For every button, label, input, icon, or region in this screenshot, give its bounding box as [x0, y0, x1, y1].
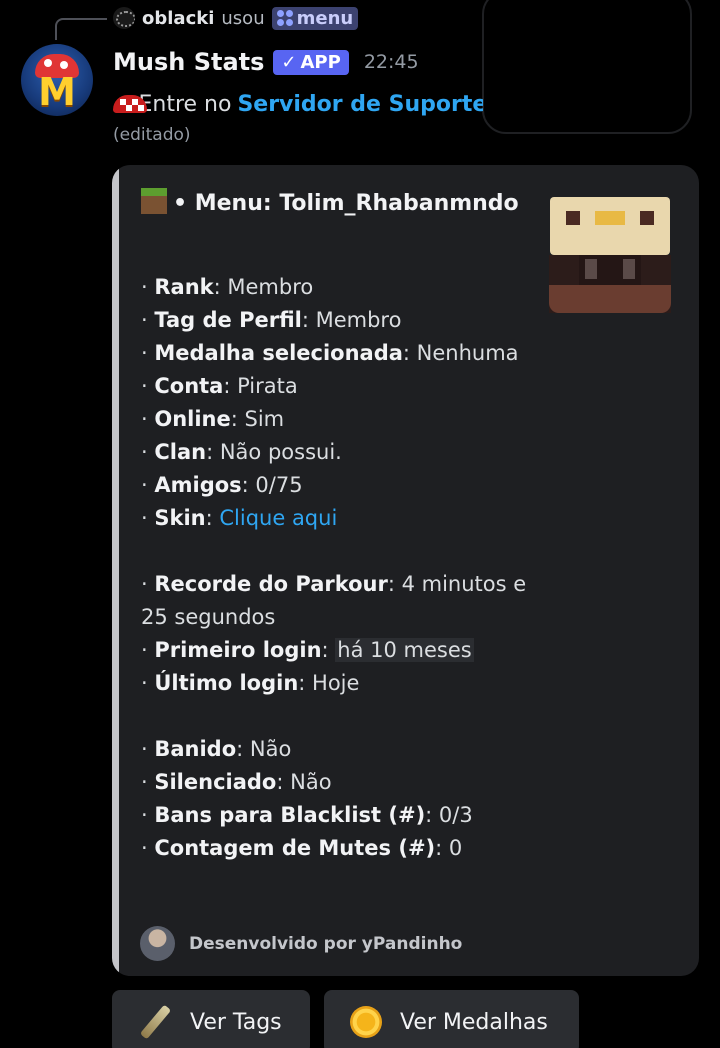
avatar-letter-icon: M	[38, 70, 76, 114]
field-muted: · Silenciado: Não	[141, 770, 332, 794]
skin-tooth	[623, 259, 635, 279]
footer-avatar	[140, 926, 175, 961]
first-login-timestamp[interactable]: há 10 meses	[335, 638, 474, 662]
skin-eye-right	[640, 211, 654, 225]
field-blacklist-bans: · Bans para Blacklist (#): 0/3	[141, 803, 473, 827]
support-server-link[interactable]: Servidor de Suporte	[237, 92, 483, 117]
field-clan: · Clan: Não possui.	[141, 440, 342, 464]
field-mute-count: · Contagem de Mutes (#): 0	[141, 836, 463, 860]
grass-block-icon	[141, 188, 167, 214]
overlay-frame	[482, 0, 692, 134]
check-icon: ✓	[281, 51, 297, 73]
message-content: » Entre no Servidor de Suporte	[113, 88, 483, 120]
sunflower-icon	[350, 1006, 382, 1038]
embed-accent-bar	[112, 165, 119, 976]
skin-hat	[550, 197, 670, 255]
command-chip[interactable]: menu	[271, 6, 359, 30]
name-tag-icon	[138, 1005, 172, 1039]
field-first-login: · Primeiro login: há 10 meses	[141, 638, 474, 662]
profile-embed: • Menu: Tolim_Rhabanmndo · Rank: Membro …	[112, 165, 699, 976]
view-medals-label: Ver Medalhas	[400, 1009, 548, 1035]
slash-command-icon	[276, 10, 293, 26]
embed-title-text: • Menu: Tolim_Rhabanmndo	[173, 191, 519, 216]
skin-chin	[549, 285, 671, 313]
field-parkour: · Recorde do Parkour: 4 minutos e 25 seg…	[141, 572, 527, 629]
view-tags-button[interactable]: Ver Tags	[112, 990, 310, 1048]
skin-tooth	[585, 259, 597, 279]
field-skin: · Skin: Clique aqui	[141, 506, 338, 530]
view-tags-label: Ver Tags	[190, 1009, 282, 1035]
message-header: Mush Stats ✓ APP 22:45	[113, 48, 419, 76]
embed-title: • Menu: Tolim_Rhabanmndo	[141, 185, 521, 223]
reply-username[interactable]: oblacki	[142, 8, 214, 29]
player-skin-thumbnail[interactable]	[549, 197, 671, 313]
field-medal: · Medalha selecionada: Nenhuma	[141, 341, 519, 365]
bot-avatar[interactable]: M	[21, 44, 93, 116]
field-last-login: · Último login: Hoje	[141, 671, 360, 695]
reply-reference[interactable]: oblacki usou menu	[113, 4, 359, 32]
message-text: Entre no	[138, 91, 232, 117]
field-rank: · Rank: Membro	[141, 275, 314, 299]
skin-hat-gold	[595, 211, 625, 225]
edited-marker: (editado)	[113, 125, 191, 145]
reply-connector	[55, 18, 107, 40]
skin-eye-left	[566, 211, 580, 225]
field-banned: · Banido: Não	[141, 737, 292, 761]
skin-link[interactable]: Clique aqui	[219, 506, 337, 530]
embed-footer: Desenvolvido por yPandinho	[140, 926, 462, 961]
app-badge: ✓ APP	[273, 49, 349, 75]
app-badge-label: APP	[300, 51, 341, 73]
field-account: · Conta: Pirata	[141, 374, 298, 398]
field-online: · Online: Sim	[141, 407, 285, 431]
field-profile-tag: · Tag de Perfil: Membro	[141, 308, 402, 332]
field-friends: · Amigos: 0/75	[141, 473, 303, 497]
bot-name[interactable]: Mush Stats	[113, 48, 264, 76]
footer-text: Desenvolvido por yPandinho	[189, 933, 463, 954]
embed-fields: · Rank: Membro · Tag de Perfil: Membro ·…	[141, 271, 541, 865]
message-timestamp[interactable]: 22:45	[364, 51, 419, 73]
reply-verb: usou	[221, 7, 265, 29]
reply-user-avatar[interactable]	[113, 7, 135, 29]
view-medals-button[interactable]: Ver Medalhas	[324, 990, 579, 1048]
field-spacer	[141, 700, 541, 733]
command-name: menu	[296, 7, 354, 29]
field-spacer	[141, 535, 541, 568]
